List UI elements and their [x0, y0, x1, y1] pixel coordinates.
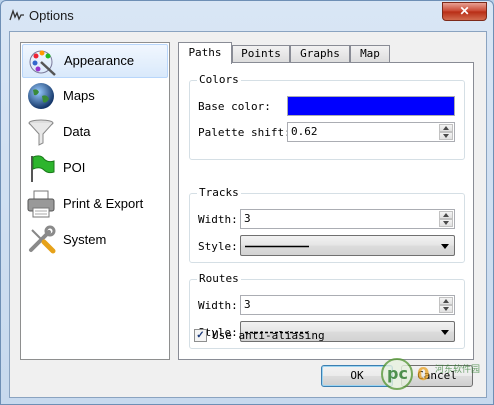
sidebar-item-appearance[interactable]: Appearance — [22, 44, 168, 78]
cancel-button[interactable]: Cancel — [401, 365, 473, 387]
tracks-style-dropdown[interactable] — [240, 235, 455, 256]
tracks-group-title: Tracks — [197, 186, 241, 199]
sidebar-item-maps[interactable]: Maps — [21, 78, 169, 114]
palette-shift-value: 0.62 — [291, 125, 318, 138]
tracks-group: Tracks Width: 3 Style: — [189, 186, 465, 263]
ok-button[interactable]: OK — [321, 365, 393, 387]
spin-up-icon[interactable] — [439, 124, 453, 132]
tab-map[interactable]: Map — [350, 45, 390, 63]
solid-line-icon — [245, 245, 309, 248]
anti-aliasing-label: Use anti-aliasing — [212, 329, 325, 342]
sidebar-item-label: Maps — [63, 88, 95, 103]
chevron-down-icon — [441, 330, 449, 335]
tab-points[interactable]: Points — [232, 45, 290, 63]
routes-width-label: Width: — [198, 299, 238, 312]
spin-down-icon[interactable] — [439, 305, 453, 313]
dialog-body: Appearance Maps Data POI Print & Export … — [9, 31, 487, 398]
green-flag-icon — [31, 155, 55, 182]
paths-tab-panel: Colors Base color: Palette shift: 0.62 T… — [178, 62, 474, 360]
palette-shift-spinbox[interactable]: 0.62 — [287, 122, 455, 142]
routes-group-title: Routes — [197, 272, 241, 285]
routes-width-stepper[interactable] — [439, 297, 453, 313]
title-bar[interactable]: Options ✕ — [1, 1, 493, 29]
sidebar-item-label: POI — [63, 160, 86, 175]
globe-icon — [28, 83, 54, 109]
sidebar-item-poi[interactable]: POI — [21, 150, 169, 186]
sidebar-item-data[interactable]: Data — [21, 114, 169, 150]
routes-width-value: 3 — [244, 298, 251, 311]
window-title: Options — [29, 8, 74, 23]
close-button[interactable]: ✕ — [442, 2, 487, 21]
sidebar-item-label: Print & Export — [63, 196, 144, 211]
sidebar-item-system[interactable]: System — [21, 222, 169, 258]
options-dialog: Options ✕ Appearance Maps Data POI Print… — [0, 0, 494, 405]
printer-icon — [27, 190, 55, 218]
colors-group: Colors Base color: Palette shift: 0.62 — [189, 73, 465, 160]
base-color-label: Base color: — [198, 100, 271, 113]
spin-up-icon[interactable] — [439, 211, 453, 219]
anti-aliasing-checkbox[interactable]: ✓ — [194, 329, 207, 342]
palette-shift-stepper[interactable] — [439, 124, 453, 140]
tracks-width-label: Width: — [198, 213, 238, 226]
sidebar-item-print-export[interactable]: Print & Export — [21, 186, 169, 222]
tracks-width-spinbox[interactable]: 3 — [240, 209, 455, 229]
tab-paths[interactable]: Paths — [178, 42, 232, 64]
funnel-icon — [28, 119, 54, 146]
colors-group-title: Colors — [197, 73, 241, 86]
tab-graphs[interactable]: Graphs — [290, 45, 350, 63]
category-list: Appearance Maps Data POI Print & Export … — [20, 42, 170, 360]
palette-shift-label: Palette shift: — [198, 126, 291, 139]
tracks-style-label: Style: — [198, 240, 238, 253]
spin-up-icon[interactable] — [439, 297, 453, 305]
app-logo-icon — [9, 8, 24, 21]
tracks-width-stepper[interactable] — [439, 211, 453, 227]
checkmark-icon: ✓ — [196, 330, 205, 341]
spin-down-icon[interactable] — [439, 132, 453, 140]
close-icon: ✕ — [459, 4, 470, 18]
chevron-down-icon — [441, 244, 449, 249]
tracks-width-value: 3 — [244, 212, 251, 225]
base-color-swatch[interactable] — [287, 96, 455, 116]
sidebar-item-label: System — [63, 232, 107, 247]
sidebar-item-label: Data — [63, 124, 91, 139]
spin-down-icon[interactable] — [439, 219, 453, 227]
paint-palette-icon — [29, 50, 56, 76]
wrench-screwdriver-icon — [29, 225, 56, 254]
routes-width-spinbox[interactable]: 3 — [240, 295, 455, 315]
sidebar-item-label: Appearance — [64, 53, 135, 68]
